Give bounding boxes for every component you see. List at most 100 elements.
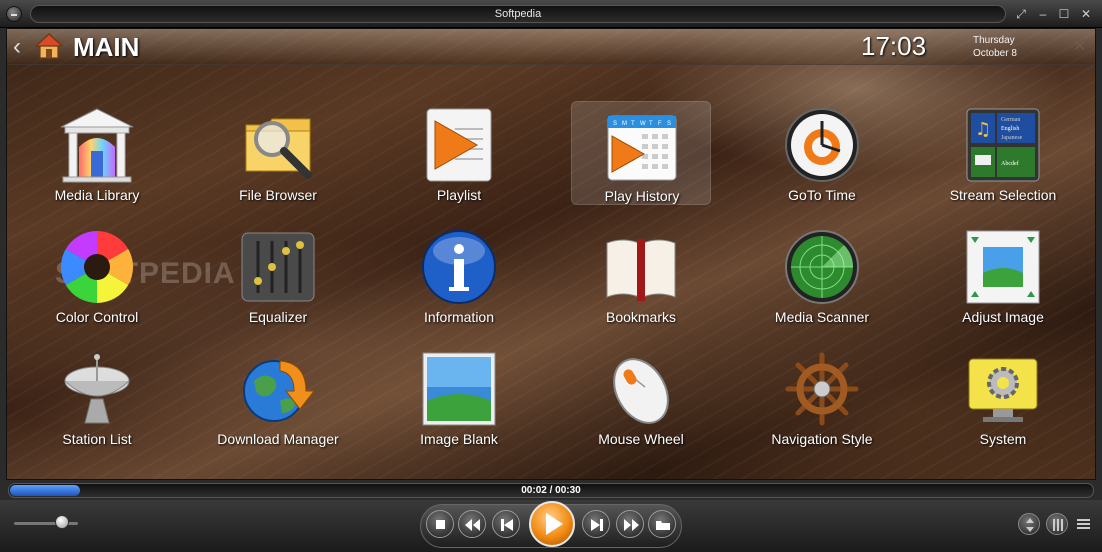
radar-icon bbox=[785, 230, 859, 304]
menu-button[interactable] bbox=[1073, 513, 1095, 535]
close-menu-icon[interactable]: ✕ bbox=[1073, 36, 1086, 56]
calendar-play-icon: S M T W T F S bbox=[607, 115, 677, 181]
weekday: Thursday bbox=[973, 35, 1015, 46]
tile-download-manager[interactable]: Download Manager bbox=[208, 345, 348, 449]
ship-wheel-icon bbox=[785, 352, 859, 426]
main-menu-stage: ‹ MAIN 17:03 Thursday October 8 ✕ SOFTPE… bbox=[6, 28, 1096, 480]
page-title: MAIN bbox=[73, 32, 140, 62]
tile-media-scanner[interactable]: Media Scanner bbox=[752, 223, 892, 327]
satellite-dish-icon bbox=[64, 354, 130, 424]
tile-label: Mouse Wheel bbox=[598, 431, 684, 447]
tile-label: Stream Selection bbox=[949, 187, 1057, 203]
maximize-button[interactable]: ☐ bbox=[1056, 6, 1072, 22]
tile-label: Image Blank bbox=[420, 431, 498, 447]
tile-label: Color Control bbox=[55, 309, 139, 325]
fast-forward-icon bbox=[624, 519, 639, 531]
play-icon bbox=[546, 513, 563, 535]
landscape-image-icon bbox=[422, 352, 496, 426]
skip-back-icon bbox=[501, 519, 513, 531]
volume-knob[interactable] bbox=[55, 515, 69, 529]
title-bar: Softpedia ⤢ – ☐ ✕ bbox=[0, 0, 1102, 28]
stream-selection-icon: ♫ German English Japanese Abcdef bbox=[966, 108, 1040, 182]
tile-goto-time[interactable]: GoTo Time bbox=[752, 101, 892, 205]
system-gear-icon bbox=[968, 358, 1038, 422]
mouse-icon bbox=[613, 358, 669, 424]
tile-bookmarks[interactable]: Bookmarks bbox=[571, 223, 711, 327]
hamburger-menu-icon bbox=[1077, 519, 1090, 529]
close-window-button[interactable]: ✕ bbox=[1078, 6, 1094, 22]
language-japanese: Japanese bbox=[1001, 135, 1023, 141]
tile-navigation-style[interactable]: Navigation Style bbox=[752, 345, 892, 449]
window-title: Softpedia bbox=[30, 5, 1006, 23]
play-button[interactable] bbox=[529, 501, 575, 547]
seek-bar[interactable]: 00:02 / 00:30 bbox=[8, 483, 1094, 498]
open-file-button[interactable] bbox=[648, 510, 676, 538]
tile-label: Adjust Image bbox=[962, 309, 1044, 325]
fullscreen-icon[interactable]: ⤢ bbox=[1013, 6, 1029, 22]
tile-label: Media Library bbox=[54, 187, 140, 203]
playlist-icon bbox=[426, 108, 492, 182]
calendar-weekday: S bbox=[667, 121, 671, 127]
tile-label: Bookmarks bbox=[605, 309, 677, 325]
next-button[interactable] bbox=[582, 510, 610, 538]
tile-label: GoTo Time bbox=[788, 187, 856, 203]
rewind-icon bbox=[465, 519, 480, 531]
info-icon bbox=[422, 230, 496, 304]
home-icon[interactable] bbox=[35, 33, 63, 59]
previous-button[interactable] bbox=[492, 510, 520, 538]
color-wheel-icon bbox=[60, 231, 134, 303]
media-library-icon bbox=[60, 108, 134, 183]
tile-play-history[interactable]: S M T W T F S Play History bbox=[571, 101, 711, 205]
tile-mouse-wheel[interactable]: Mouse Wheel bbox=[571, 345, 711, 449]
tile-label: Media Scanner bbox=[774, 309, 870, 325]
up-down-button[interactable] bbox=[1018, 513, 1040, 535]
adjust-image-icon bbox=[966, 230, 1040, 304]
clock: 17:03 bbox=[861, 31, 927, 61]
stop-button[interactable] bbox=[426, 510, 454, 538]
fast-forward-button[interactable] bbox=[616, 510, 644, 538]
calendar-weekday: M bbox=[622, 121, 627, 127]
back-button[interactable]: ‹ bbox=[13, 34, 21, 60]
menu-header: ‹ MAIN 17:03 Thursday October 8 ✕ bbox=[7, 29, 1095, 65]
folder-search-icon bbox=[245, 118, 312, 179]
skip-forward-icon bbox=[591, 519, 603, 531]
tile-label: System bbox=[979, 431, 1027, 447]
tile-label: Navigation Style bbox=[771, 431, 873, 447]
tile-file-browser[interactable]: File Browser bbox=[208, 101, 348, 205]
up-down-arrows-icon bbox=[1026, 518, 1034, 532]
tile-label: Information bbox=[423, 309, 495, 325]
sliders-icon bbox=[1053, 519, 1063, 531]
tile-image-blank[interactable]: Image Blank bbox=[389, 345, 529, 449]
tile-label: Play History bbox=[604, 188, 680, 204]
tile-stream-selection[interactable]: ♫ German English Japanese Abcdef Stream … bbox=[933, 101, 1073, 205]
equalizer-icon bbox=[241, 232, 315, 302]
calendar-weekday: F bbox=[658, 121, 662, 127]
system-menu-button[interactable] bbox=[6, 6, 22, 22]
tile-color-control[interactable]: Color Control bbox=[27, 223, 167, 327]
stop-icon bbox=[436, 520, 445, 529]
calendar-weekday: T bbox=[649, 121, 653, 127]
tile-label: Playlist bbox=[436, 187, 482, 203]
tile-information[interactable]: Information bbox=[389, 223, 529, 327]
folder-icon bbox=[656, 521, 670, 530]
tile-system[interactable]: System bbox=[933, 345, 1073, 449]
tile-station-list[interactable]: Station List bbox=[27, 345, 167, 449]
tile-label: Station List bbox=[62, 431, 132, 447]
equalizer-button[interactable] bbox=[1046, 513, 1068, 535]
tile-label: Download Manager bbox=[217, 431, 339, 447]
tile-adjust-image[interactable]: Adjust Image bbox=[933, 223, 1073, 327]
rewind-button[interactable] bbox=[458, 510, 486, 538]
control-bar bbox=[0, 500, 1102, 552]
globe-download-icon bbox=[243, 360, 316, 422]
minimize-button[interactable]: – bbox=[1035, 6, 1051, 22]
tile-media-library[interactable]: Media Library bbox=[27, 101, 167, 205]
calendar-weekday: T bbox=[631, 121, 635, 127]
tile-equalizer[interactable]: Equalizer bbox=[208, 223, 348, 327]
clock-icon bbox=[785, 108, 859, 182]
language-abcdef: Abcdef bbox=[1001, 160, 1019, 167]
tile-label: Equalizer bbox=[248, 309, 308, 325]
playback-time: 00:02 / 00:30 bbox=[521, 485, 581, 496]
language-german: German bbox=[1001, 117, 1020, 123]
date: October 8 bbox=[973, 48, 1017, 59]
tile-playlist[interactable]: Playlist bbox=[389, 101, 529, 205]
